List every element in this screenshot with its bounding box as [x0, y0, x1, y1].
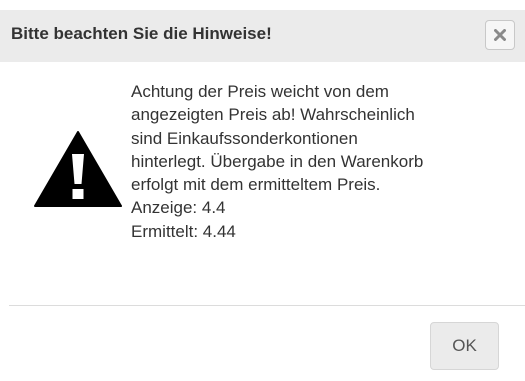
message-line: sind Einkaufssonderkontionen — [131, 128, 358, 148]
displayed-price-line: Anzeige: 4.4 — [131, 198, 226, 218]
dialog-title: Bitte beachten Sie die Hinweise! — [11, 24, 272, 43]
message-line: Achtung der Preis weicht von dem — [131, 82, 389, 101]
message-line: hinterlegt. Übergabe in den Warenkorb — [131, 151, 424, 171]
ok-button[interactable]: OK — [430, 322, 499, 370]
close-button[interactable] — [485, 20, 515, 50]
message-line: angezeigten Preis ab! Wahrscheinlich — [131, 105, 415, 125]
close-icon — [494, 29, 506, 41]
dialog-body: Achtung der Preis weicht von dem angezei… — [0, 62, 525, 305]
price-warning-dialog: Bitte beachten Sie die Hinweise! Achtung… — [0, 0, 525, 381]
dialog-header: Bitte beachten Sie die Hinweise! — [0, 10, 525, 62]
message-line: erfolgt mit dem ermitteltem Preis. — [131, 175, 381, 195]
warning-triangle-icon — [34, 131, 122, 207]
footer-divider — [9, 305, 525, 306]
dialog-message: Achtung der Preis weicht von dem angezei… — [131, 80, 516, 243]
calculated-price-line: Ermittelt: 4.44 — [131, 221, 236, 241]
